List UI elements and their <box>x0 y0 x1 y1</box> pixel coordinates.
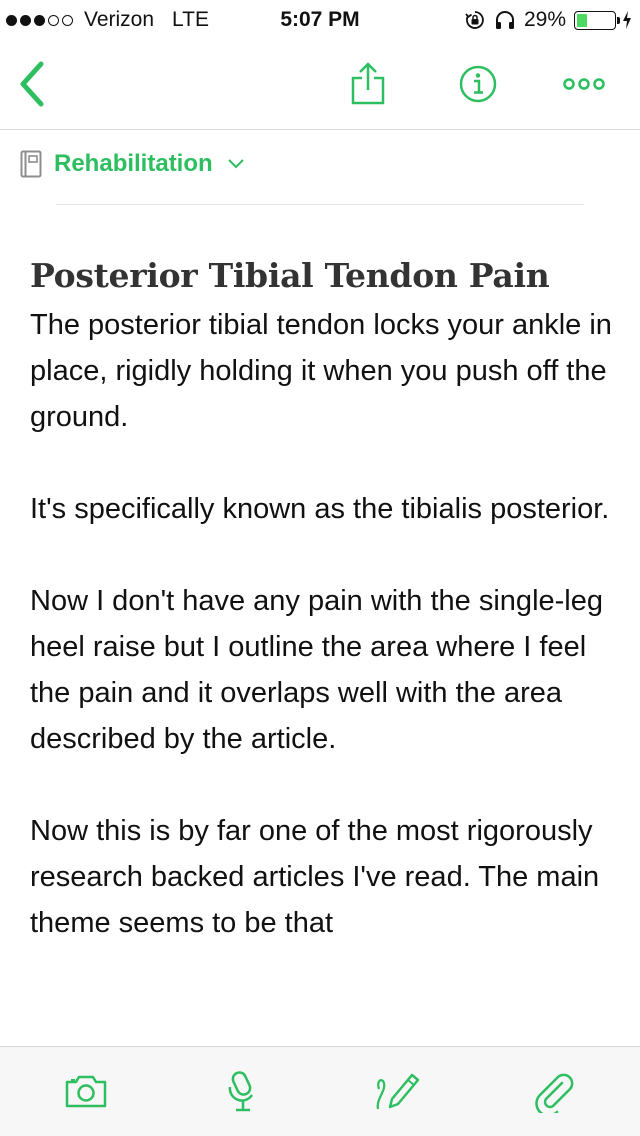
battery-level-fill <box>577 13 587 27</box>
battery-icon <box>574 10 620 30</box>
share-button[interactable] <box>340 40 396 128</box>
bottom-toolbar <box>0 1046 640 1136</box>
info-button[interactable] <box>450 40 506 128</box>
info-icon <box>459 65 497 103</box>
note-title[interactable]: Posterior Tibial Tendon Pain <box>30 250 620 302</box>
notebook-name: Rehabilitation <box>54 150 213 177</box>
battery-percent: 29% <box>523 8 566 31</box>
microphone-icon <box>228 1071 254 1112</box>
note-paragraph[interactable]: Now this is by far one of the most rigor… <box>30 808 620 946</box>
camera-button[interactable] <box>58 1063 114 1119</box>
status-right: 29% <box>464 8 632 32</box>
handwriting-icon <box>376 1073 420 1110</box>
note-body[interactable]: The posterior tibial tendon locks your a… <box>30 302 620 946</box>
back-button[interactable] <box>8 40 56 128</box>
note-paragraph[interactable]: It's specifically known as the tibialis … <box>30 486 620 532</box>
attachment-button[interactable] <box>526 1063 582 1119</box>
status-bar: Verizon LTE 5:07 PM 29% <box>0 0 640 40</box>
note-paragraph[interactable]: Now I don't have any pain with the singl… <box>30 578 620 762</box>
header-divider <box>56 204 584 205</box>
note-paragraph[interactable]: The posterior tibial tendon locks your a… <box>30 302 620 440</box>
more-button[interactable] <box>556 40 612 128</box>
handwriting-button[interactable] <box>370 1063 426 1119</box>
headphones-icon <box>494 9 516 31</box>
more-icon <box>563 78 605 90</box>
chevron-left-icon <box>20 61 44 107</box>
audio-button[interactable] <box>214 1063 270 1119</box>
nav-bar <box>0 40 640 130</box>
charging-icon <box>622 10 632 30</box>
note-editor[interactable]: Posterior Tibial Tendon Pain The posteri… <box>30 250 620 992</box>
notebook-icon <box>20 150 42 178</box>
attachment-icon <box>535 1073 574 1113</box>
camera-icon <box>65 1075 107 1108</box>
notebook-selector[interactable]: Rehabilitation <box>20 140 245 188</box>
chevron-down-icon <box>227 159 244 169</box>
share-icon <box>351 62 385 105</box>
rotation-lock-icon <box>464 9 486 31</box>
